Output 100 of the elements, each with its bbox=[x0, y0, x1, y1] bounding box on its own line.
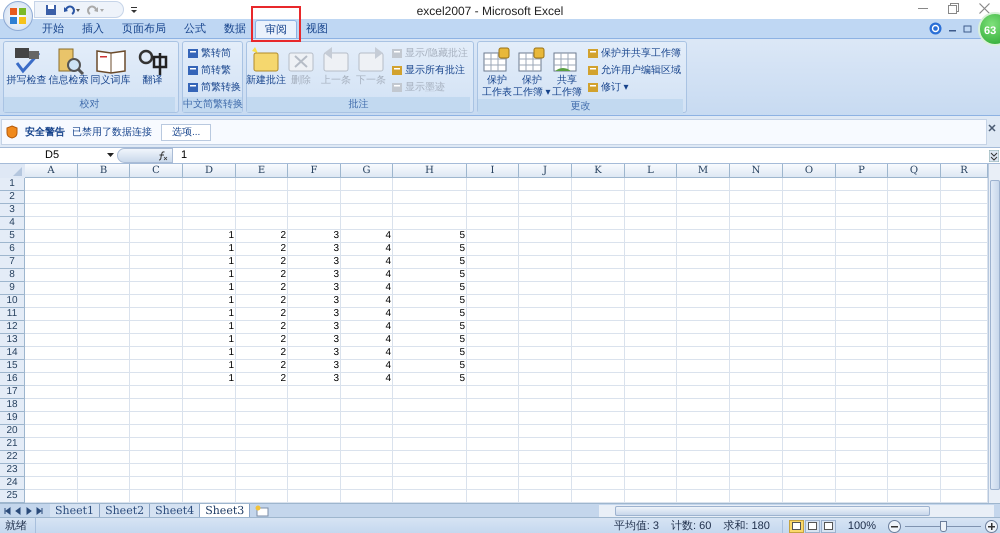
row-header[interactable]: 7 bbox=[0, 256, 25, 269]
ribbon-tab[interactable]: 审阅 bbox=[255, 20, 297, 38]
row-header[interactable]: 21 bbox=[0, 438, 25, 451]
ribbon-button[interactable]: 信息检索 bbox=[48, 45, 89, 97]
column-header[interactable]: E bbox=[236, 164, 288, 178]
row-header[interactable]: 8 bbox=[0, 269, 25, 282]
formula-input[interactable]: 1 bbox=[173, 148, 1000, 163]
ribbon-button[interactable]: 保护 工作表 bbox=[480, 45, 514, 99]
name-box[interactable]: D5 bbox=[0, 148, 117, 163]
view-button[interactable] bbox=[788, 520, 804, 533]
row-header[interactable]: 14 bbox=[0, 347, 25, 360]
ribbon-button[interactable]: 修订 ▾ bbox=[586, 79, 681, 95]
ribbon-button[interactable]: 同义词库 bbox=[90, 45, 131, 97]
ribbon-tab[interactable]: 开始 bbox=[33, 20, 73, 38]
table-cell: 2 bbox=[280, 347, 286, 360]
table-cell: 1 bbox=[228, 373, 234, 386]
options-button[interactable]: 选项... bbox=[161, 124, 212, 140]
column-header[interactable]: G bbox=[341, 164, 393, 178]
group-label: 校对 bbox=[4, 97, 175, 112]
warning-title: 安全警告 bbox=[25, 125, 65, 140]
ribbon-tab[interactable]: 视图 bbox=[297, 20, 337, 38]
column-header[interactable]: P bbox=[836, 164, 888, 178]
function-icon bbox=[156, 150, 168, 160]
table-cell: 1 bbox=[228, 243, 234, 256]
row-header[interactable]: 13 bbox=[0, 334, 25, 347]
sheet-tab[interactable]: Sheet4 bbox=[150, 504, 200, 518]
column-header[interactable]: K bbox=[572, 164, 625, 178]
column-header[interactable]: L bbox=[625, 164, 677, 178]
table-cell: 1 bbox=[228, 230, 234, 243]
table-cell: 2 bbox=[280, 243, 286, 256]
column-header[interactable]: Q bbox=[888, 164, 941, 178]
scroll-thumb[interactable] bbox=[990, 180, 1000, 490]
row-header[interactable]: 24 bbox=[0, 477, 25, 490]
column-header[interactable]: H bbox=[393, 164, 467, 178]
ribbon-button[interactable]: 拼写检查 bbox=[6, 45, 47, 97]
row-header[interactable]: 4 bbox=[0, 217, 25, 230]
ribbon-tab[interactable]: 数据 bbox=[215, 20, 255, 38]
row-header[interactable]: 19 bbox=[0, 412, 25, 425]
table-cell: 3 bbox=[333, 334, 339, 347]
vertical-scrollbar[interactable] bbox=[988, 164, 1000, 503]
table-cell: 3 bbox=[333, 295, 339, 308]
column-header[interactable]: R bbox=[941, 164, 988, 178]
row-header[interactable]: 16 bbox=[0, 373, 25, 386]
ribbon-tab[interactable]: 页面布局 bbox=[113, 20, 175, 38]
zoom-level: 100% bbox=[848, 519, 876, 533]
column-header[interactable]: D bbox=[183, 164, 236, 178]
ribbon-button[interactable]: 共享 工作簿 bbox=[550, 45, 584, 99]
ribbon-button[interactable]: 繁转简 bbox=[187, 45, 241, 61]
slider-thumb[interactable] bbox=[940, 520, 946, 532]
row-header[interactable]: 2 bbox=[0, 191, 25, 204]
column-header[interactable]: J bbox=[519, 164, 572, 178]
row-header[interactable]: 25 bbox=[0, 490, 25, 503]
table-cell: 4 bbox=[385, 256, 391, 269]
column-header[interactable]: A bbox=[25, 164, 78, 178]
row-header[interactable]: 20 bbox=[0, 425, 25, 438]
table-cell: 1 bbox=[228, 282, 234, 295]
customize-icon bbox=[130, 4, 138, 14]
column-header[interactable]: F bbox=[288, 164, 341, 178]
column-header[interactable]: O bbox=[783, 164, 836, 178]
row-header[interactable]: 12 bbox=[0, 321, 25, 334]
column-header[interactable]: B bbox=[78, 164, 130, 178]
ribbon-button[interactable]: 保护 工作簿 ▾ bbox=[514, 45, 549, 99]
column-header[interactable]: N bbox=[730, 164, 783, 178]
column-header[interactable]: C bbox=[130, 164, 183, 178]
office-button[interactable] bbox=[3, 1, 33, 31]
ribbon-button[interactable]: 翻译 bbox=[132, 45, 173, 97]
ribbon-button[interactable]: 允许用户编辑区域 bbox=[586, 62, 681, 78]
table-cell: 3 bbox=[333, 282, 339, 295]
sheet-tab[interactable]: Sheet2 bbox=[100, 504, 150, 518]
row-header[interactable]: 10 bbox=[0, 295, 25, 308]
row-header[interactable]: 11 bbox=[0, 308, 25, 321]
row-header[interactable]: 5 bbox=[0, 230, 25, 243]
restore-icon bbox=[948, 3, 959, 14]
sheet-tab[interactable]: Sheet3 bbox=[200, 504, 250, 518]
window-title: excel2007 - Microsoft Excel bbox=[416, 3, 564, 20]
row-header[interactable]: 18 bbox=[0, 399, 25, 412]
ribbon-tab[interactable]: 公式 bbox=[175, 20, 215, 38]
row-header[interactable]: 6 bbox=[0, 243, 25, 256]
view-button[interactable] bbox=[804, 520, 820, 533]
horizontal-scrollbar[interactable] bbox=[599, 504, 994, 516]
row-header[interactable]: 22 bbox=[0, 451, 25, 464]
ribbon-button[interactable]: 简繁转换 bbox=[187, 79, 241, 95]
sheet-tab[interactable]: Sheet1 bbox=[50, 504, 100, 518]
column-header[interactable]: I bbox=[467, 164, 519, 178]
column-header[interactable]: M bbox=[677, 164, 730, 178]
scroll-thumb[interactable] bbox=[615, 506, 930, 516]
table-cell: 3 bbox=[333, 360, 339, 373]
row-header[interactable]: 1 bbox=[0, 178, 25, 191]
row-header[interactable]: 23 bbox=[0, 464, 25, 477]
row-header[interactable]: 15 bbox=[0, 360, 25, 373]
table-cell: 2 bbox=[280, 295, 286, 308]
row-header[interactable]: 17 bbox=[0, 386, 25, 399]
ribbon-button[interactable]: 保护并共享工作簿 bbox=[586, 45, 681, 61]
row-header[interactable]: 9 bbox=[0, 282, 25, 295]
ribbon-tab[interactable]: 插入 bbox=[73, 20, 113, 38]
table-cell: 5 bbox=[459, 308, 465, 321]
ribbon-button[interactable]: 简转繁 bbox=[187, 62, 241, 78]
row-header[interactable]: 3 bbox=[0, 204, 25, 217]
ribbon-button[interactable]: 显示所有批注 bbox=[391, 62, 468, 78]
view-button[interactable] bbox=[820, 520, 836, 533]
